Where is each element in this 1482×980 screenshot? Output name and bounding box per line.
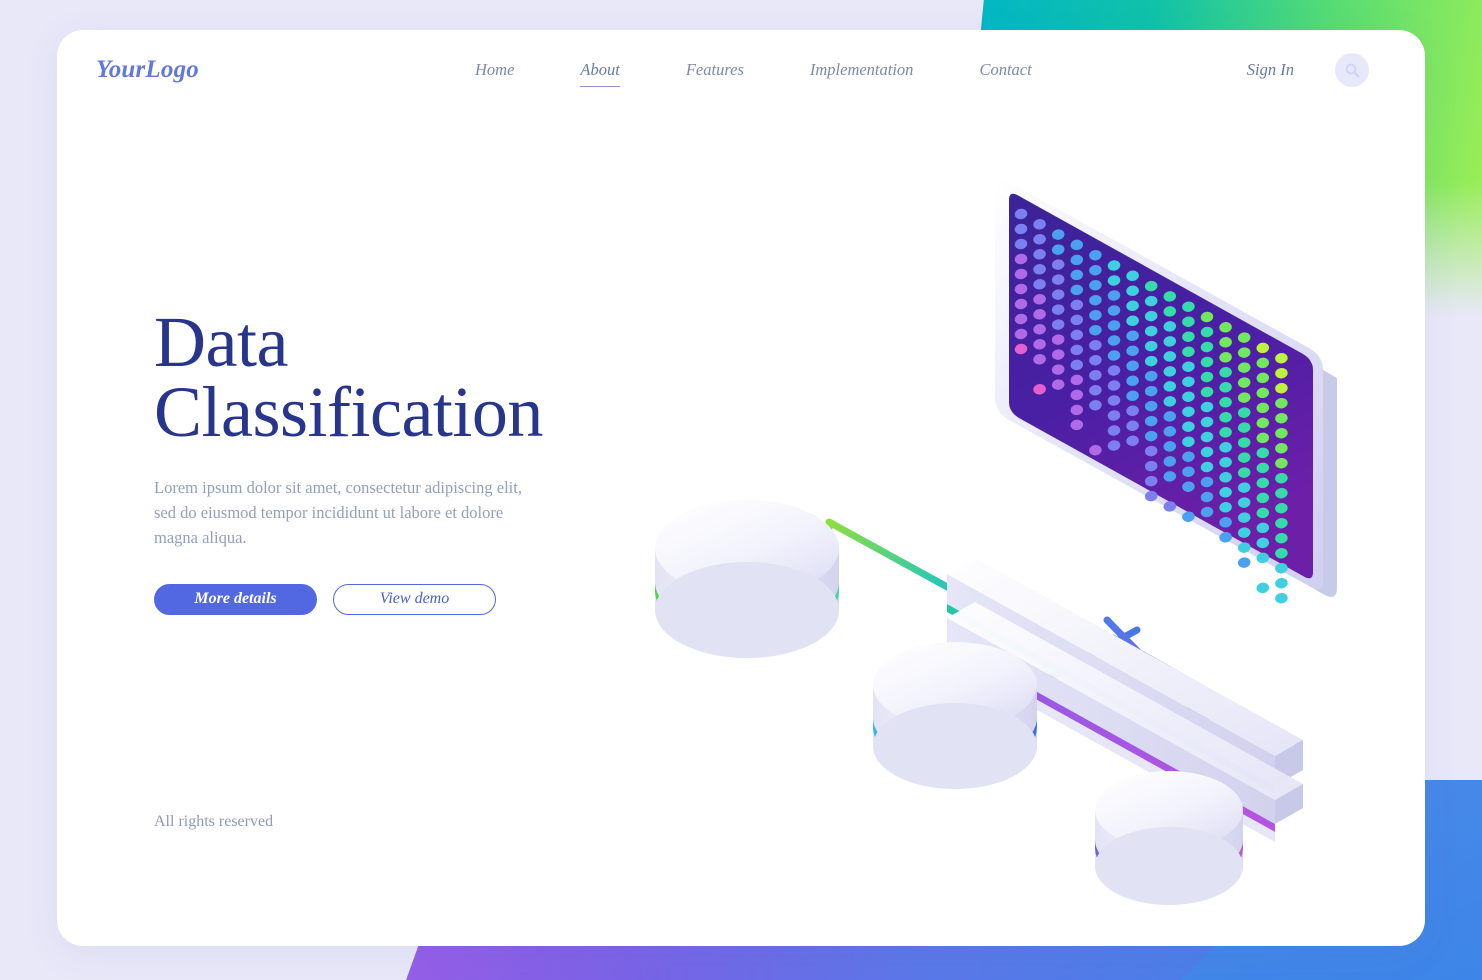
nav-item-features[interactable]: Features [686,60,744,86]
more-details-button[interactable]: More details [154,583,317,615]
view-demo-button[interactable]: View demo [333,583,496,615]
main-card: YourLogo Home About Features Implementat… [57,30,1425,946]
hero-illustration [597,130,1425,946]
hero-paragraph: Lorem ipsum dolor sit amet, consectetur … [154,477,522,547]
search-button[interactable] [1335,53,1369,87]
nav-item-about[interactable]: About [580,60,620,87]
nav-item-contact[interactable]: Contact [979,60,1031,86]
db1-bottom [655,562,839,658]
screen-dot [1275,592,1288,604]
database-cylinder-green [655,500,839,658]
hero-section: Data Classification Lorem ipsum dolor si… [154,306,654,615]
page-title: Data Classification [154,306,654,448]
db3-bottom [1095,827,1243,905]
nav-item-implementation[interactable]: Implementation [810,60,914,86]
logo[interactable]: YourLogo [96,56,199,84]
database-cylinder-blue [873,642,1037,789]
isometric-diagram-svg [655,179,1337,905]
hero-button-row: More details View demo [154,583,654,615]
screen-dot [1256,582,1270,594]
sign-in-link[interactable]: Sign In [1247,60,1294,80]
page-title-line2: Classification [154,371,543,452]
screen-dot [1275,577,1288,589]
nav-item-home[interactable]: Home [475,60,514,86]
page-title-line1: Data [154,302,288,382]
site-header: YourLogo Home About Features Implementat… [57,30,1425,122]
screen-dot [1237,557,1251,568]
db2-bottom [873,703,1037,789]
all-rights-reserved-text: All rights reserved [154,813,274,830]
main-navigation: Home About Features Implementation Conta… [475,60,1098,87]
search-icon [1345,63,1359,77]
database-cylinder-purple [1095,771,1243,905]
